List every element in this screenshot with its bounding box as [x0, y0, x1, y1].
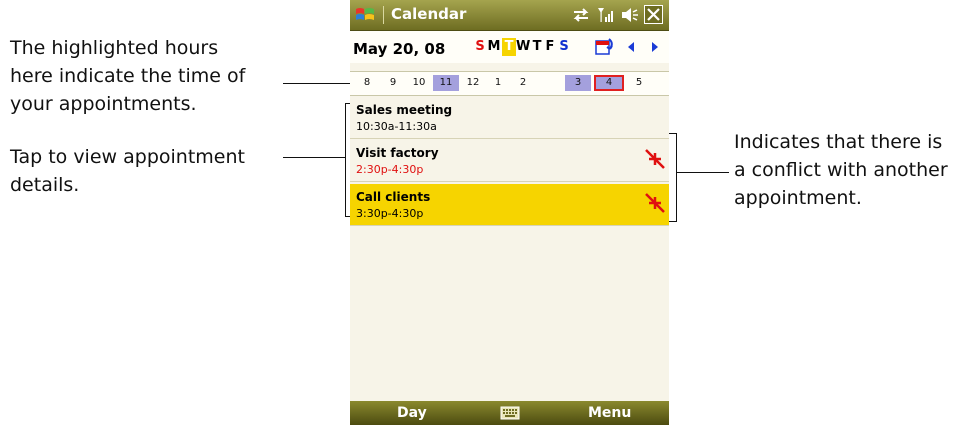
hour-8[interactable]: 8 [354, 75, 380, 91]
hour-4[interactable]: 4 [594, 75, 624, 91]
tap-callout-line-2: details. [10, 174, 80, 196]
weekday-wed[interactable]: W [516, 38, 530, 56]
conflict-callout: Indicates that there is a conflict with … [734, 128, 948, 212]
appointment-item-selected[interactable]: Call clients 3:30p-4:30p [350, 184, 669, 226]
app-title: Calendar [391, 5, 467, 23]
menu-softkey[interactable]: Menu [588, 405, 631, 421]
close-button[interactable] [644, 5, 663, 24]
previous-day-icon[interactable] [628, 42, 634, 52]
conflict-callout-line-2: a conflict with another [734, 159, 948, 181]
close-icon [647, 8, 660, 21]
title-separator [383, 6, 384, 24]
signal-icon[interactable] [596, 6, 616, 24]
hour-5[interactable]: 5 [626, 75, 652, 91]
weekday-mon[interactable]: M [487, 38, 501, 56]
hour-10[interactable]: 10 [406, 75, 432, 91]
hour-1[interactable]: 1 [485, 75, 511, 91]
hour-bar: 8 9 10 11 12 1 2 3 4 5 [350, 71, 669, 96]
connectivity-icon[interactable] [571, 6, 591, 24]
go-to-today-icon[interactable] [593, 37, 615, 57]
appointment-item[interactable]: Sales meeting 10:30a-11:30a [350, 97, 669, 139]
conflict-icon [645, 149, 665, 169]
tap-callout: Tap to view appointment details. [10, 143, 245, 199]
weekday-tue-today[interactable]: T [502, 38, 516, 56]
hour-9[interactable]: 9 [380, 75, 406, 91]
phone-screen: Calendar May 20, 08 S M T W T F S 8 9 10… [350, 0, 669, 425]
current-date[interactable]: May 20, 08 [353, 40, 445, 58]
conflict-callout-line-1: Indicates that there is [734, 131, 943, 153]
appointment-item[interactable]: Visit factory 2:30p-4:30p [350, 140, 669, 182]
weekday-sun[interactable]: S [473, 38, 487, 56]
weekday-fri[interactable]: F [543, 38, 557, 56]
hours-callout-line-2: here indicate the time of [10, 65, 246, 87]
soft-key-bar: Day Menu [350, 401, 669, 425]
appointment-time: 10:30a-11:30a [356, 120, 437, 133]
weekday-thu[interactable]: T [530, 38, 544, 56]
tap-callout-leader [283, 157, 345, 158]
appointment-title: Call clients [356, 190, 431, 204]
hours-callout-line-3: your appointments. [10, 93, 197, 115]
date-bar: May 20, 08 S M T W T F S [350, 31, 669, 63]
hour-2[interactable]: 2 [510, 75, 536, 91]
conflict-callout-leader [676, 172, 729, 173]
appointment-time: 2:30p-4:30p [356, 163, 424, 176]
weekday-sat[interactable]: S [557, 38, 571, 56]
keyboard-icon[interactable] [500, 405, 520, 421]
appointment-time: 3:30p-4:30p [356, 207, 424, 220]
day-softkey[interactable]: Day [397, 405, 427, 421]
tap-callout-line-1: Tap to view appointment [10, 146, 245, 168]
hours-callout: The highlighted hours here indicate the … [10, 34, 245, 118]
hour-3[interactable]: 3 [565, 75, 591, 91]
conflict-callout-line-3: appointment. [734, 187, 862, 209]
next-day-icon[interactable] [652, 42, 658, 52]
volume-icon[interactable] [620, 6, 640, 24]
conflict-icon [645, 193, 665, 213]
title-bar: Calendar [350, 0, 669, 31]
hours-callout-leader [283, 83, 350, 84]
appointment-title: Sales meeting [356, 103, 453, 117]
hours-callout-line-1: The highlighted hours [10, 37, 219, 59]
appointment-title: Visit factory [356, 146, 439, 160]
windows-start-icon[interactable] [354, 5, 376, 25]
hour-11[interactable]: 11 [433, 75, 459, 91]
hour-12[interactable]: 12 [460, 75, 486, 91]
